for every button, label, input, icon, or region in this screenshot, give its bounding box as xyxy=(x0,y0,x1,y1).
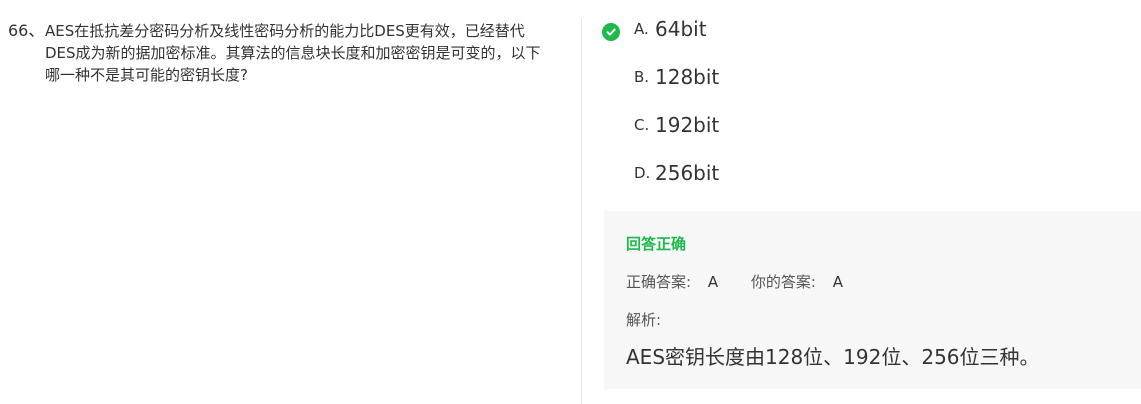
option-b-letter: B. xyxy=(634,68,650,86)
question-card: 66、 AES在抵抗差分密码分析及线性密码分析的能力比DES更有效，已经替代DE… xyxy=(0,0,1141,404)
option-b-text: 128bit xyxy=(655,65,720,89)
question-block: 66、 AES在抵抗差分密码分析及线性密码分析的能力比DES更有效，已经替代DE… xyxy=(8,20,553,86)
option-d[interactable]: D. 256bit xyxy=(602,158,719,206)
option-c-text: 192bit xyxy=(655,113,720,137)
option-a-letter: A. xyxy=(634,20,649,38)
your-answer-label: 你的答案: xyxy=(750,273,816,291)
option-b[interactable]: B. 128bit xyxy=(602,62,719,110)
option-a[interactable]: A. 64bit xyxy=(602,14,719,62)
option-a-text: 64bit xyxy=(655,17,707,41)
question-text: AES在抵抗差分密码分析及线性密码分析的能力比DES更有效，已经替代DES成为新… xyxy=(45,22,541,84)
result-status: 回答正确 xyxy=(626,235,687,253)
explanation-text: AES密钥长度由128位、192位、256位三种。 xyxy=(626,345,1040,369)
option-c-marker xyxy=(602,110,634,134)
option-d-marker xyxy=(602,158,634,182)
answer-summary: 正确答案: A 你的答案: A xyxy=(626,271,871,292)
correct-answer-value: A xyxy=(707,273,719,291)
option-d-letter: D. xyxy=(634,164,651,182)
option-a-marker xyxy=(602,14,634,41)
option-b-marker xyxy=(602,62,634,86)
options-list: A. 64bit B. 128bit C. 192bit D. 256bit xyxy=(602,14,719,206)
column-divider xyxy=(581,18,582,404)
correct-answer-label: 正确答案: xyxy=(626,273,692,291)
explanation-label: 解析: xyxy=(626,311,662,329)
option-c-letter: C. xyxy=(634,116,650,134)
check-circle-icon xyxy=(602,23,620,41)
option-c[interactable]: C. 192bit xyxy=(602,110,719,158)
question-number: 66、 xyxy=(8,21,45,40)
your-answer-value: A xyxy=(832,273,843,291)
answer-panel: 回答正确 正确答案: A 你的答案: A 解析: AES密钥长度由128位、19… xyxy=(604,211,1141,389)
option-d-text: 256bit xyxy=(655,161,720,185)
